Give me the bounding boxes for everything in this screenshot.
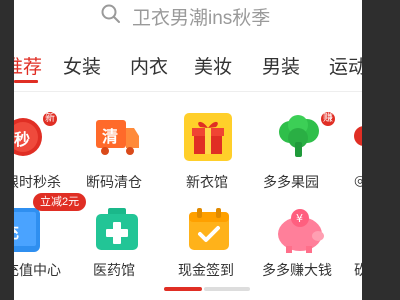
- medicine-kit-icon: [94, 206, 140, 252]
- tabs-divider: [14, 91, 362, 92]
- search-input[interactable]: 卫衣男潮ins秋季: [100, 0, 340, 32]
- piggy-bank-icon: ¥: [274, 206, 326, 254]
- tree-icon: [276, 114, 322, 160]
- tab-underwear[interactable]: 内衣: [130, 52, 168, 79]
- discount-pill: 立减2元: [33, 193, 87, 211]
- new-badge: 新: [41, 110, 59, 128]
- app-screen: 卫衣男潮ins秋季 推荐 女装 内衣 美妆 男装 运动 秒 新 限时秒杀 清: [14, 0, 362, 300]
- scroll-indicator: [164, 287, 254, 291]
- grid-item-label: 医药馆: [93, 262, 135, 278]
- recharge-phone-icon: 充: [14, 206, 44, 254]
- grid-item-label: 限时秒杀: [14, 174, 61, 190]
- grid-item-label: 多多果园: [263, 174, 319, 190]
- search-icon: [100, 3, 122, 30]
- indicator-track: [204, 287, 250, 291]
- partial-icon: [352, 124, 362, 148]
- grid-item-label: 新衣馆: [186, 174, 228, 190]
- active-tab-indicator: [14, 80, 38, 83]
- tab-recommend[interactable]: 推荐: [14, 52, 42, 79]
- partial-label: ◎: [354, 172, 362, 188]
- grid-item-label: 现金签到: [178, 262, 234, 278]
- tab-womens[interactable]: 女装: [63, 52, 101, 79]
- clearance-truck-icon: 清: [94, 114, 140, 160]
- partial-label: 砍: [354, 262, 362, 278]
- grid-item-label: 多多赚大钱: [262, 262, 332, 278]
- tab-sports[interactable]: 运动: [329, 52, 362, 79]
- indicator-active: [164, 287, 202, 291]
- calendar-check-icon: [186, 206, 232, 252]
- tab-beauty[interactable]: 美妆: [194, 52, 232, 79]
- earn-badge: 赚: [319, 110, 337, 128]
- svg-text:¥: ¥: [296, 212, 303, 225]
- grid-item-label: 断码清仓: [86, 174, 142, 190]
- tab-mens[interactable]: 男装: [262, 52, 300, 79]
- search-bar[interactable]: 卫衣男潮ins秋季: [14, 0, 362, 32]
- search-placeholder: 卫衣男潮ins秋季: [132, 7, 271, 29]
- gift-box-icon: [183, 112, 233, 162]
- grid-item-label: 充值中心: [14, 262, 61, 278]
- category-tabs: 推荐 女装 内衣 美妆 男装 运动: [14, 40, 362, 92]
